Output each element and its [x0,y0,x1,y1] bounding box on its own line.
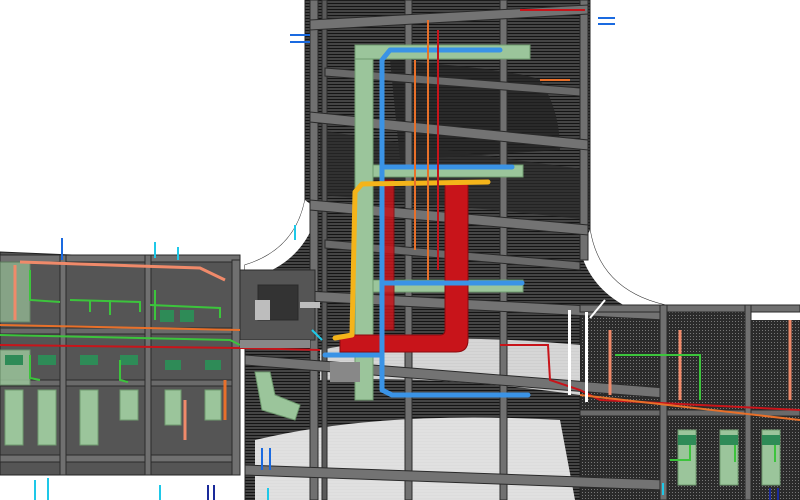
diffuser-7 [160,310,174,322]
duct-drop-2 [37,389,57,446]
bim-model-viewport[interactable] [0,0,800,500]
beam-v-1 [309,0,319,500]
diffuser-3 [80,355,98,365]
diffuser-rw-1 [678,435,696,445]
hanger-3 [240,340,310,348]
diffuser-rw-2 [720,435,738,445]
diffuser-5 [165,360,181,370]
hanger-1 [300,302,320,308]
diffuser-1 [5,355,23,365]
mep-model-scene[interactable] [0,0,800,500]
beam-v-3 [499,0,508,500]
beam-lw-h4 [0,454,241,463]
hanger-4 [330,362,360,382]
beam-lw-v3 [231,259,241,476]
tick-navy-1 [207,485,215,500]
beam-v-4 [579,0,589,261]
beam-rw-h1 [579,304,800,313]
beam-rw-v2 [744,304,752,500]
tick-cyan-6 [598,17,615,25]
diffuser-rw-3 [762,435,780,445]
beam-lw-v2 [144,254,152,476]
duct-drop-6 [204,389,222,421]
beam-lw-v1 [59,254,67,476]
hanger-5 [585,312,588,402]
diffuser-4 [120,355,138,365]
diffuser-6 [205,360,221,370]
hanger-6 [568,310,571,395]
diffuser-2 [38,355,56,365]
beam-rw-h2 [579,409,800,417]
duct-drop-3 [79,389,99,446]
diffuser-8 [180,310,194,322]
beam-lw-h1 [0,254,241,263]
duct-drop-4 [119,389,139,421]
duct-drop-5 [164,389,182,426]
hanger-2 [255,300,270,320]
duct-drop-1 [4,389,24,446]
